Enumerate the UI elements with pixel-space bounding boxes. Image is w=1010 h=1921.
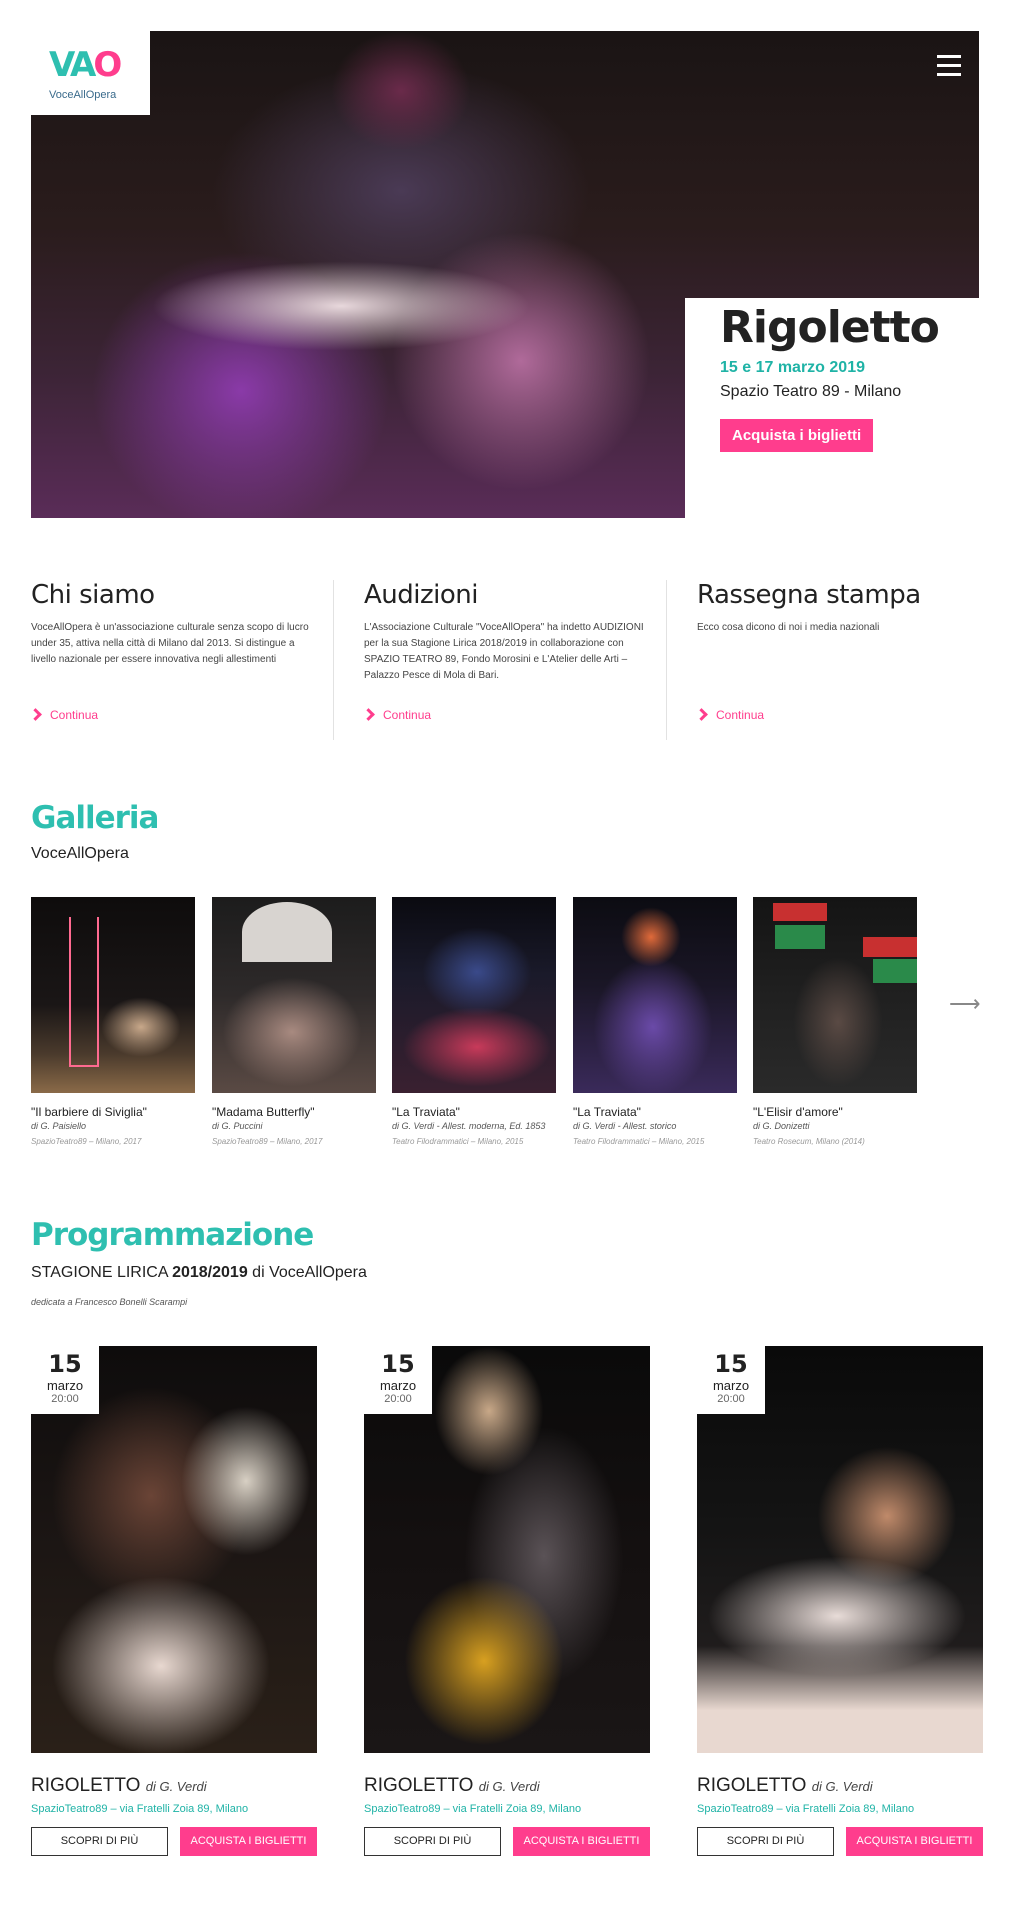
hero-venue: Spazio Teatro 89 - Milano [720,383,902,400]
gallery-author: di G. Verdi - Allest. storico [573,1121,677,1131]
gallery-venue: Teatro Filodrammatici – Milano, 2015 [573,1137,705,1146]
gallery-item[interactable]: "La Traviata" di G. Verdi - Allest. mode… [392,897,556,1146]
gallery-title: Galleria [31,800,159,836]
gallery-caption: "L'Elisir d'amore" [753,1105,843,1119]
event-date: 15 marzo 20:00 [31,1346,99,1414]
event-title: RIGOLETTO di G. Verdi [697,1775,873,1796]
logo[interactable]: VAO VoceAllOpera [31,31,150,115]
event-image[interactable]: 15 marzo 20:00 [697,1346,983,1753]
event-venue[interactable]: SpazioTeatro89 – via Fratelli Zoia 89, M… [31,1803,317,1815]
gallery-image [212,897,376,1093]
gallery-venue: SpazioTeatro89 – Milano, 2017 [212,1137,323,1146]
event-title: RIGOLETTO di G. Verdi [364,1775,540,1796]
gallery-image [753,897,917,1093]
learn-more-button[interactable]: SCOPRI DI PIÙ [31,1827,168,1856]
gallery-venue: Teatro Rosecum, Milano (2014) [753,1137,865,1146]
hero-date: 15 e 17 marzo 2019 [720,359,865,376]
gallery-item[interactable]: "La Traviata" di G. Verdi - Allest. stor… [573,897,737,1146]
continue-link[interactable]: Continua [29,708,98,722]
gallery-caption: "Il barbiere di Siviglia" [31,1105,147,1119]
gallery-venue: SpazioTeatro89 – Milano, 2017 [31,1137,142,1146]
event-image[interactable]: 15 marzo 20:00 [364,1346,650,1753]
program-title: Programmazione [31,1217,314,1253]
chevron-right-icon [29,708,42,721]
gallery-caption: "La Traviata" [573,1105,641,1119]
gallery-caption: "Madama Butterfly" [212,1105,315,1119]
hero-info: Rigoletto 15 e 17 marzo 2019 Spazio Teat… [720,302,980,452]
gallery-image [392,897,556,1093]
logo-text: VoceAllOpera [49,89,117,101]
learn-more-button[interactable]: SCOPRI DI PIÙ [697,1827,834,1856]
event-image[interactable]: 15 marzo 20:00 [31,1346,317,1753]
gallery-item[interactable]: "L'Elisir d'amore" di G. Donizetti Teatr… [753,897,917,1146]
gallery-image [573,897,737,1093]
info-columns: Chi siamo VoceAllOpera è un'associazione… [29,580,979,740]
gallery-image [31,897,195,1093]
buy-tickets-button[interactable]: ACQUISTA I BIGLIETTI [846,1827,983,1856]
info-text: Ecco cosa dicono di noi i media nazional… [697,622,880,633]
logo-mark: VAO [49,45,122,85]
continue-link[interactable]: Continua [362,708,431,722]
gallery-author: di G. Donizetti [753,1121,810,1131]
arrow-right-icon[interactable]: ⟶ [949,991,981,1017]
event-card: 15 marzo 20:00 RIGOLETTO di G. Verdi Spa… [31,1346,317,1856]
buy-tickets-button[interactable]: Acquista i biglietti [720,419,874,452]
gallery: "Il barbiere di Siviglia" di G. Paisiell… [31,897,981,1147]
gallery-author: di G. Puccini [212,1121,263,1131]
info-title: Audizioni [364,580,478,610]
buy-tickets-button[interactable]: ACQUISTA I BIGLIETTI [180,1827,317,1856]
info-rassegna: Rassegna stampa Ecco cosa dicono di noi … [666,580,966,740]
info-text: L'Associazione Culturale "VoceAllOpera" … [364,622,644,681]
gallery-item[interactable]: "Madama Butterfly" di G. Puccini SpazioT… [212,897,376,1146]
learn-more-button[interactable]: SCOPRI DI PIÙ [364,1827,501,1856]
info-audizioni: Audizioni L'Associazione Culturale "Voce… [333,580,644,740]
hero-title: Rigoletto [720,302,940,353]
gallery-subtitle: VoceAllOpera [31,845,129,862]
event-title: RIGOLETTO di G. Verdi [31,1775,207,1796]
gallery-author: di G. Verdi - Allest. moderna, Ed. 1853 [392,1121,546,1131]
chevron-right-icon [695,708,708,721]
info-text: VoceAllOpera è un'associazione culturale… [31,622,309,665]
event-card: 15 marzo 20:00 RIGOLETTO di G. Verdi Spa… [364,1346,650,1856]
season-line: STAGIONE LIRICA 2018/2019 di VoceAllOper… [31,1264,367,1281]
info-title: Chi siamo [31,580,155,610]
gallery-caption: "La Traviata" [392,1105,460,1119]
menu-icon[interactable] [937,55,961,77]
continue-link[interactable]: Continua [695,708,764,722]
event-card: 15 marzo 20:00 RIGOLETTO di G. Verdi Spa… [697,1346,983,1856]
event-date: 15 marzo 20:00 [364,1346,432,1414]
event-date: 15 marzo 20:00 [697,1346,765,1414]
gallery-venue: Teatro Filodrammatici – Milano, 2015 [392,1137,524,1146]
chevron-right-icon [362,708,375,721]
event-venue[interactable]: SpazioTeatro89 – via Fratelli Zoia 89, M… [697,1803,983,1815]
gallery-item[interactable]: "Il barbiere di Siviglia" di G. Paisiell… [31,897,195,1146]
buy-tickets-button[interactable]: ACQUISTA I BIGLIETTI [513,1827,650,1856]
gallery-author: di G. Paisiello [31,1121,87,1131]
info-chi-siamo: Chi siamo VoceAllOpera è un'associazione… [29,580,331,740]
info-title: Rassegna stampa [697,580,921,610]
dedication: dedicata a Francesco Bonelli Scarampi [31,1297,188,1307]
event-venue[interactable]: SpazioTeatro89 – via Fratelli Zoia 89, M… [364,1803,650,1815]
